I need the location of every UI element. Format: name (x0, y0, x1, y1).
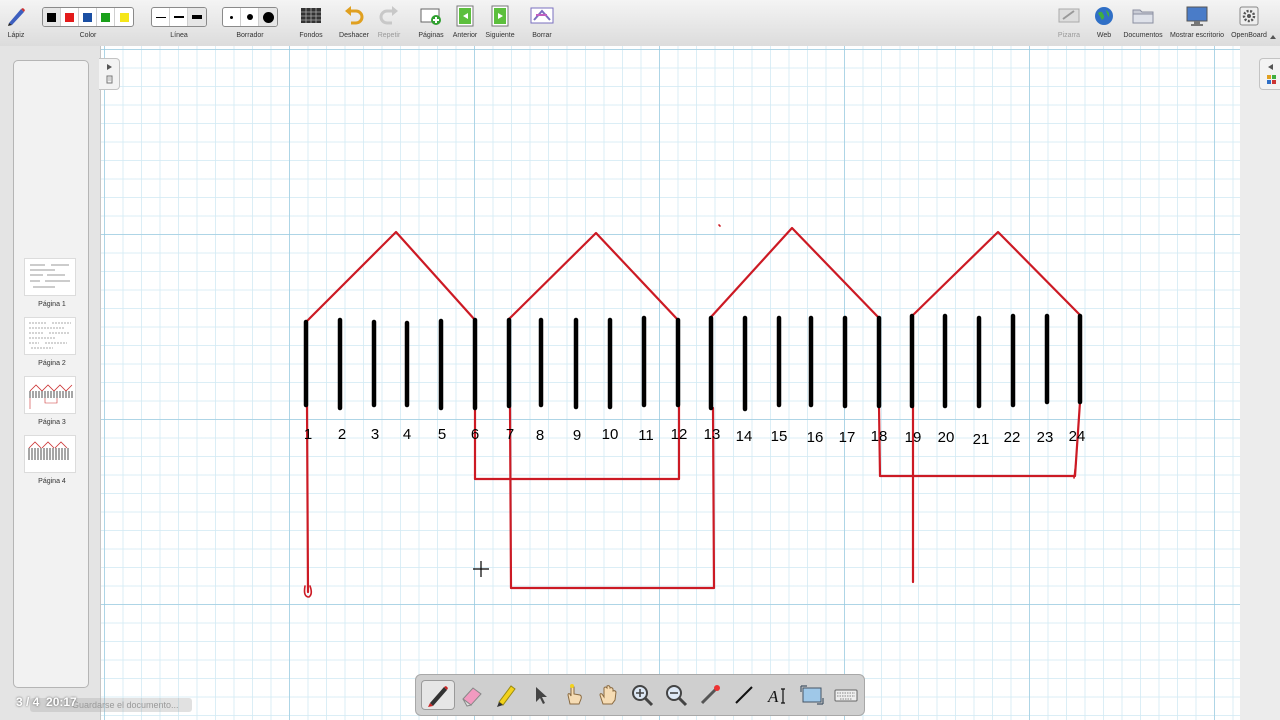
highlighter-tool[interactable] (489, 680, 523, 710)
slot-number: 3 (371, 426, 379, 443)
slot-number: 9 (573, 427, 581, 444)
slot-number: 2 (338, 426, 346, 443)
slot-number: 7 (506, 426, 514, 443)
crosshair-cursor-icon (473, 561, 489, 577)
red-ink-dot (718, 224, 721, 227)
slot-number: 11 (638, 427, 654, 444)
slot-number: 5 (438, 426, 446, 443)
slot-number: 17 (839, 429, 856, 446)
slot-number: 23 (1037, 429, 1054, 446)
text-tool[interactable]: A (761, 680, 795, 710)
red-roof-stroke (709, 226, 881, 320)
slot-number: 14 (736, 428, 753, 445)
slot-number: 19 (905, 429, 922, 446)
stylus-palette: A (415, 674, 865, 716)
hand-icon (599, 685, 617, 705)
page-indicator: 3 / 4 (16, 695, 40, 709)
zoom-in-tool[interactable] (625, 680, 659, 710)
line-icon (735, 686, 753, 704)
slot-number: 1 (304, 426, 312, 443)
laser-pointer-icon (700, 685, 720, 705)
slot-number: 8 (536, 427, 544, 444)
capture-icon (800, 685, 824, 705)
pen-icon (428, 686, 448, 707)
slot-number: 22 (1004, 429, 1021, 446)
slot-number: 24 (1069, 428, 1086, 445)
text-icon: A (767, 687, 785, 706)
selector-tool[interactable] (523, 680, 557, 710)
slot-number: 10 (602, 426, 619, 443)
slot-number: 15 (771, 428, 788, 445)
board-drawing: 1 2 3 4 5 6 7 8 9 10 11 12 13 14 15 16 17 18 19 20 21 22 23 24 (303, 224, 1086, 598)
red-roof-stroke (910, 230, 1082, 318)
slot-number: 13 (704, 426, 721, 443)
keyboard-tool[interactable] (829, 680, 863, 710)
slot-number: 21 (973, 431, 990, 448)
slot-number: 18 (871, 428, 888, 445)
pen-tool[interactable] (421, 680, 455, 710)
interactor-tool[interactable] (557, 680, 591, 710)
eraser-tool[interactable] (455, 680, 489, 710)
slot-number: 4 (403, 426, 411, 443)
black-ink-strokes (303, 313, 1083, 412)
svg-text:A: A (767, 687, 779, 706)
zoom-in-icon (632, 685, 654, 707)
slot-number: 12 (671, 426, 688, 443)
capture-tool[interactable] (795, 680, 829, 710)
clock: 20:17 (46, 695, 77, 709)
red-ink-strokes (303, 224, 1082, 598)
laser-pointer-tool[interactable] (693, 680, 727, 710)
zoom-out-tool[interactable] (659, 680, 693, 710)
slot-number-labels: 1 2 3 4 5 6 7 8 9 10 11 12 13 14 15 16 17 18 19 20 21 22 23 24 (304, 426, 1086, 448)
eraser-icon (462, 687, 482, 707)
page-status: 3 / 4 20:17 (16, 695, 77, 709)
slot-number: 6 (471, 426, 479, 443)
slot-number: 16 (807, 429, 824, 446)
interactor-icon (567, 684, 582, 705)
keyboard-icon (834, 689, 858, 702)
red-roof-stroke (304, 230, 477, 324)
selector-icon (536, 687, 547, 704)
line-tool[interactable] (727, 680, 761, 710)
slot-number: 20 (938, 429, 955, 446)
zoom-out-icon (666, 685, 688, 707)
highlighter-icon (497, 685, 516, 707)
hand-tool[interactable] (591, 680, 625, 710)
red-roof-stroke (507, 231, 680, 322)
